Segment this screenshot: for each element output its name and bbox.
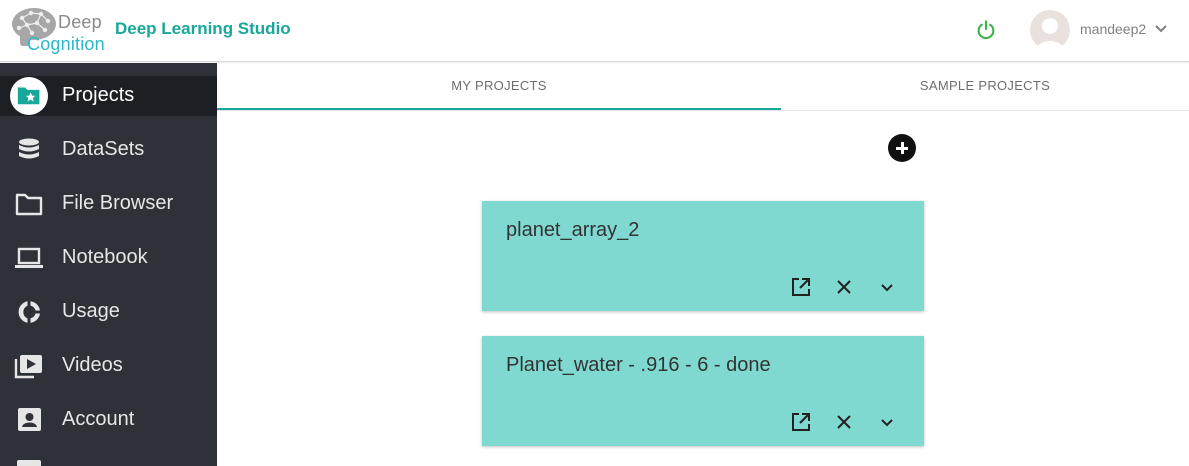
- sidebar-item-projects[interactable]: Projects: [0, 76, 217, 116]
- username-label[interactable]: mandeep2: [1080, 21, 1146, 37]
- project-card[interactable]: planet_array_2: [482, 201, 924, 311]
- sidebar-item-videos[interactable]: Videos: [0, 346, 217, 386]
- deep-cognition-logo[interactable]: Deep Cognition: [10, 4, 110, 54]
- sidebar-item-label: Account: [62, 408, 135, 430]
- sidebar-item-label: File Browser: [62, 192, 174, 214]
- database-icon: [19, 138, 39, 159]
- close-icon[interactable]: [832, 275, 856, 299]
- sidebar-item-label: DataSets: [62, 138, 145, 160]
- account-box-icon: [18, 408, 41, 431]
- user-avatar[interactable]: [1030, 10, 1070, 50]
- sidebar-item-label: Projects: [62, 84, 135, 106]
- donut-chart-icon: [18, 301, 40, 323]
- power-icon[interactable]: [975, 19, 997, 41]
- chevron-down-icon[interactable]: [1155, 24, 1167, 34]
- folder-star-icon: [17, 87, 40, 105]
- sidebar-item-label: Videos: [62, 354, 123, 376]
- project-card[interactable]: Planet_water - .916 - 6 - done: [482, 336, 924, 446]
- open-external-icon[interactable]: [789, 410, 813, 434]
- chevron-down-icon[interactable]: [875, 410, 899, 434]
- project-tabs: MY PROJECTS SAMPLE PROJECTS: [217, 63, 1189, 111]
- chevron-down-icon[interactable]: [875, 275, 899, 299]
- sidebar-item-label: Usage: [62, 300, 120, 322]
- open-external-icon[interactable]: [789, 275, 813, 299]
- active-tab-indicator: [217, 108, 781, 110]
- laptop-icon: [15, 247, 43, 268]
- tab-my-projects[interactable]: MY PROJECTS: [217, 63, 781, 110]
- sidebar-item-datasets[interactable]: DataSets: [0, 130, 217, 170]
- close-icon[interactable]: [832, 410, 856, 434]
- sidebar-item-file-browser[interactable]: File Browser: [0, 184, 217, 224]
- sidebar-item-notebook[interactable]: Notebook: [0, 238, 217, 278]
- project-name: Planet_water - .916 - 6 - done: [506, 354, 771, 376]
- project-name: planet_array_2: [506, 219, 640, 241]
- app-title[interactable]: Deep Learning Studio: [115, 19, 291, 39]
- sidebar-item-label: Notebook: [62, 246, 148, 268]
- top-header: Deep Cognition Deep Learning Studio mand…: [0, 0, 1189, 62]
- sidebar-nav: Projects DataSets File Browser Notebook …: [0, 63, 217, 466]
- folder-icon: [15, 193, 43, 216]
- tab-sample-projects[interactable]: SAMPLE PROJECTS: [781, 63, 1189, 110]
- logo-word-deep: Deep: [58, 12, 102, 32]
- logo-word-cognition: Cognition: [27, 34, 105, 54]
- video-library-icon: [14, 355, 42, 379]
- sidebar-item-usage[interactable]: Usage: [0, 292, 217, 332]
- sidebar-next-item-icon: [17, 460, 41, 466]
- sidebar-item-account[interactable]: Account: [0, 400, 217, 440]
- person-silhouette-icon: [1036, 18, 1064, 50]
- add-project-button[interactable]: [888, 134, 916, 162]
